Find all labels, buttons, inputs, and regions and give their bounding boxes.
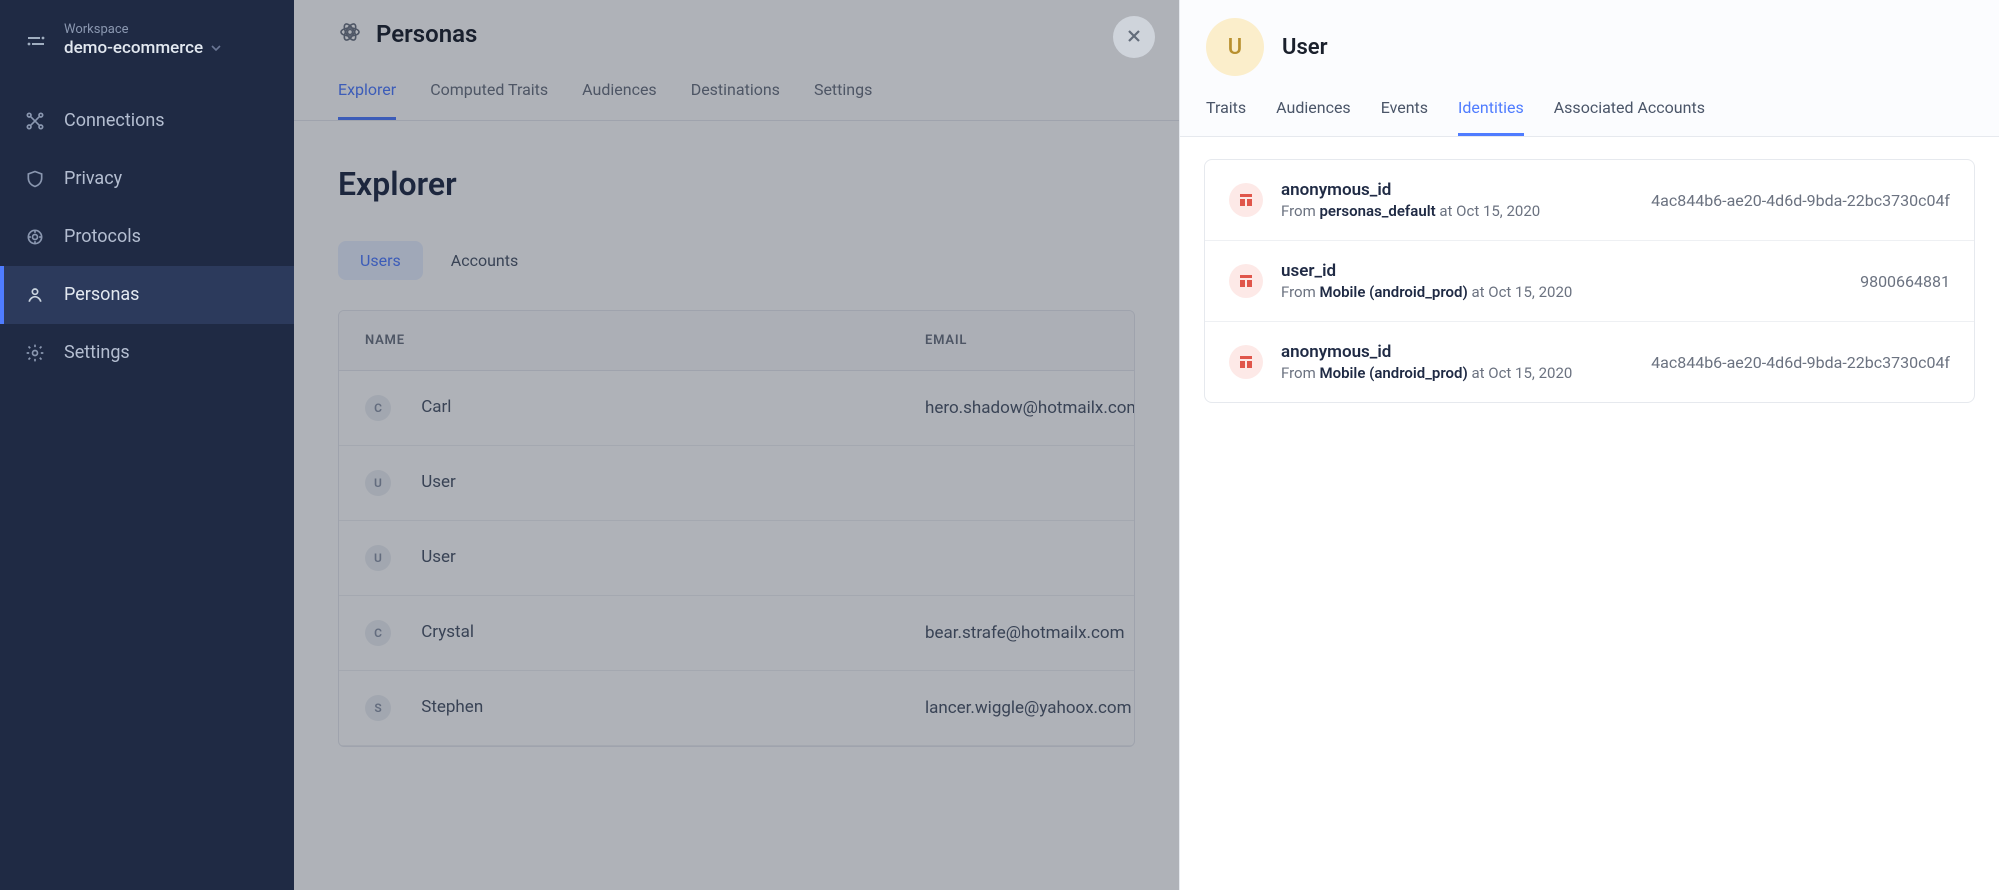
workspace-label: Workspace [64, 22, 221, 38]
chevron-down-icon [211, 38, 221, 59]
identity-source: From personas_default at Oct 15, 2020 [1281, 202, 1633, 220]
identity-row[interactable]: user_id From Mobile (android_prod) at Oc… [1205, 241, 1974, 322]
nav-protocols[interactable]: Protocols [0, 208, 294, 266]
nav-label: Personas [64, 284, 139, 305]
identity-key: anonymous_id [1281, 342, 1633, 362]
nav-connections[interactable]: Connections [0, 92, 294, 150]
personas-icon [24, 284, 46, 306]
identity-row[interactable]: anonymous_id From Mobile (android_prod) … [1205, 322, 1974, 402]
protocols-icon [24, 226, 46, 248]
segment-logo-icon [22, 27, 50, 55]
identity-icon [1229, 183, 1263, 217]
main-content: Personas Explorer Computed Traits Audien… [294, 0, 1179, 890]
identity-icon [1229, 264, 1263, 298]
nav-privacy[interactable]: Privacy [0, 150, 294, 208]
modal-backdrop[interactable] [294, 0, 1179, 890]
close-drawer-button[interactable] [1113, 16, 1155, 58]
drawer-title: User [1282, 35, 1328, 60]
nav-label: Settings [64, 342, 130, 363]
identities-list: anonymous_id From personas_default at Oc… [1204, 159, 1975, 403]
nav-label: Protocols [64, 226, 141, 247]
identity-icon [1229, 345, 1263, 379]
nav-label: Privacy [64, 168, 122, 189]
connections-icon [24, 110, 46, 132]
nav-label: Connections [64, 110, 165, 131]
identity-row[interactable]: anonymous_id From personas_default at Oc… [1205, 160, 1974, 241]
user-avatar: U [1206, 18, 1264, 76]
gear-icon [24, 342, 46, 364]
nav-settings[interactable]: Settings [0, 324, 294, 382]
drawer-tab-associated-accounts[interactable]: Associated Accounts [1554, 88, 1705, 136]
drawer-tab-events[interactable]: Events [1381, 88, 1428, 136]
drawer-tab-audiences[interactable]: Audiences [1276, 88, 1351, 136]
shield-icon [24, 168, 46, 190]
drawer-tabs: Traits Audiences Events Identities Assoc… [1180, 88, 1999, 137]
identity-value: 4ac844b6-ae20-4d6d-9bda-22bc3730c04f [1651, 353, 1950, 372]
drawer-tab-identities[interactable]: Identities [1458, 88, 1524, 136]
identity-value: 9800664881 [1860, 272, 1950, 291]
workspace-switcher[interactable]: Workspace demo-ecommerce [0, 8, 294, 82]
identity-source: From Mobile (android_prod) at Oct 15, 20… [1281, 364, 1633, 382]
identity-key: user_id [1281, 261, 1842, 281]
nav-personas[interactable]: Personas [0, 266, 294, 324]
identity-value: 4ac844b6-ae20-4d6d-9bda-22bc3730c04f [1651, 191, 1950, 210]
left-sidebar: Workspace demo-ecommerce Connections Pri… [0, 0, 294, 890]
identity-key: anonymous_id [1281, 180, 1633, 200]
primary-nav: Connections Privacy Protocols Personas S… [0, 92, 294, 382]
drawer-tab-traits[interactable]: Traits [1206, 88, 1246, 136]
user-detail-drawer: U User Traits Audiences Events Identitie… [1179, 0, 1999, 890]
close-icon [1126, 25, 1142, 49]
workspace-name: demo-ecommerce [64, 38, 203, 59]
identity-source: From Mobile (android_prod) at Oct 15, 20… [1281, 283, 1842, 301]
